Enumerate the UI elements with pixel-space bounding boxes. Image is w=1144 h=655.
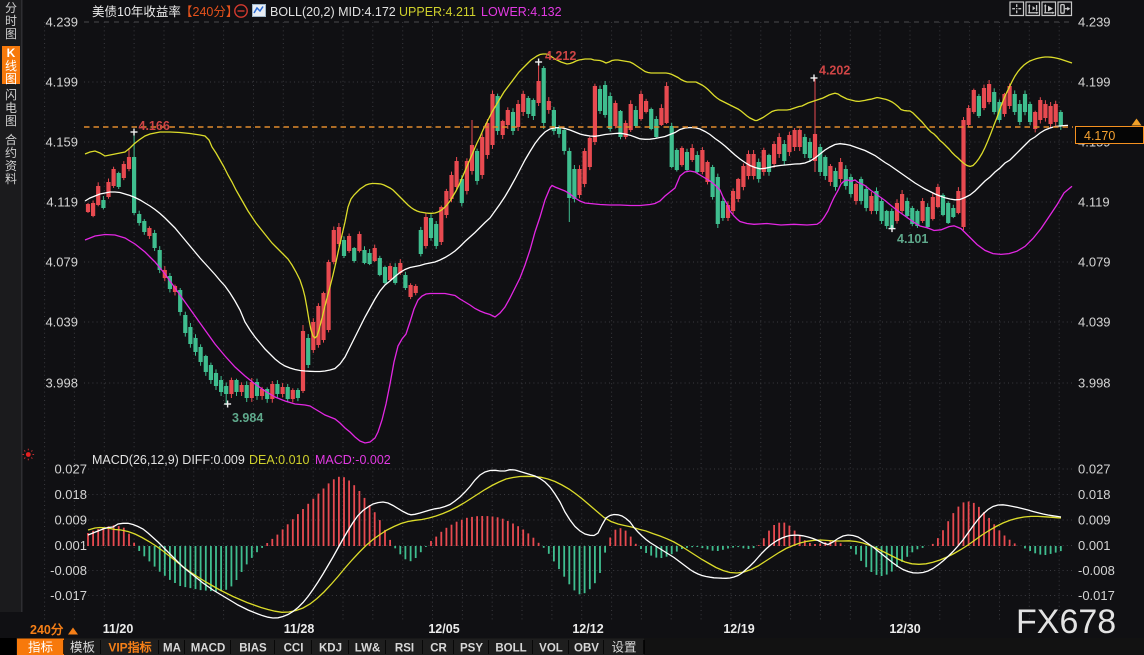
svg-text:-0.017: -0.017: [1078, 588, 1115, 603]
svg-text:4.170: 4.170: [1084, 129, 1115, 143]
svg-text:4.101: 4.101: [897, 232, 928, 246]
svg-text:BOLL(20,2) MID:4.172: BOLL(20,2) MID:4.172: [270, 5, 396, 19]
svg-text:模板: 模板: [70, 641, 96, 655]
svg-text:4.202: 4.202: [819, 64, 850, 78]
svg-text:3.998: 3.998: [1078, 376, 1111, 391]
svg-text:MACD: MACD: [191, 643, 226, 655]
svg-text:4.199: 4.199: [45, 75, 78, 90]
svg-text:RSI: RSI: [395, 643, 414, 655]
svg-text:PSY: PSY: [460, 643, 483, 655]
svg-text:设置: 设置: [611, 640, 636, 655]
svg-text:OBV: OBV: [574, 643, 599, 655]
svg-text:4.159: 4.159: [45, 135, 78, 150]
svg-text:图: 图: [5, 72, 17, 86]
svg-text:0.027: 0.027: [54, 462, 87, 477]
svg-text:BOLL: BOLL: [495, 643, 526, 655]
svg-text:4.239: 4.239: [45, 15, 78, 30]
svg-text:线: 线: [5, 59, 17, 73]
svg-text:0.018: 0.018: [1078, 487, 1111, 502]
svg-text:资: 资: [5, 159, 17, 173]
svg-text:VOL: VOL: [539, 643, 563, 655]
svg-text:12/30: 12/30: [889, 622, 920, 636]
svg-text:4.119: 4.119: [46, 195, 78, 210]
svg-text:LOWER:4.132: LOWER:4.132: [481, 5, 562, 19]
svg-text:-0.008: -0.008: [50, 563, 87, 578]
svg-text:4.039: 4.039: [45, 315, 78, 330]
svg-text:图: 图: [5, 114, 17, 128]
svg-text:电: 电: [5, 101, 17, 115]
svg-text:0.027: 0.027: [1078, 462, 1111, 477]
svg-text:UPPER:4.211: UPPER:4.211: [399, 5, 476, 19]
svg-text:LW&: LW&: [355, 643, 381, 655]
svg-text:0.009: 0.009: [1078, 513, 1111, 528]
svg-text:约: 约: [5, 145, 17, 160]
svg-text:时: 时: [5, 14, 17, 28]
svg-text:美债10年收益率: 美债10年收益率: [92, 4, 181, 19]
svg-text:4.239: 4.239: [1078, 15, 1111, 30]
svg-text:0.001: 0.001: [54, 538, 87, 553]
svg-text:0.001: 0.001: [1078, 538, 1111, 553]
svg-text:-0.017: -0.017: [50, 588, 87, 603]
svg-text:-0.008: -0.008: [1078, 563, 1115, 578]
svg-text:0.018: 0.018: [54, 487, 87, 502]
svg-text:合: 合: [5, 132, 17, 147]
svg-text:11/28: 11/28: [284, 622, 315, 636]
svg-text:K: K: [7, 46, 16, 60]
svg-text:4.212: 4.212: [545, 49, 576, 63]
svg-text:MA: MA: [163, 643, 181, 655]
svg-text:CR: CR: [430, 643, 447, 655]
svg-text:3.998: 3.998: [45, 376, 78, 391]
svg-text:图: 图: [5, 27, 17, 41]
svg-text:指标: 指标: [28, 640, 53, 655]
svg-text:VIP指标: VIP指标: [108, 640, 151, 655]
svg-text:12/05: 12/05: [428, 622, 459, 636]
svg-text:FX678: FX678: [1016, 603, 1116, 641]
svg-text:12/12: 12/12: [572, 622, 603, 636]
svg-text:CCI: CCI: [284, 643, 304, 655]
svg-text:MACD:-0.002: MACD:-0.002: [315, 453, 391, 467]
svg-text:料: 料: [5, 172, 17, 186]
svg-text:【240分】: 【240分】: [180, 5, 238, 19]
svg-text:3.984: 3.984: [232, 411, 263, 425]
svg-text:0.009: 0.009: [54, 513, 87, 528]
svg-text:闪: 闪: [5, 88, 17, 102]
svg-text:4.119: 4.119: [1078, 195, 1110, 210]
svg-text:KDJ: KDJ: [319, 643, 342, 655]
svg-text:DEA:0.010: DEA:0.010: [249, 453, 310, 467]
svg-text:4.199: 4.199: [1078, 75, 1111, 90]
svg-text:BIAS: BIAS: [239, 643, 267, 655]
svg-text:4.079: 4.079: [1078, 255, 1111, 270]
svg-text:4.039: 4.039: [1078, 315, 1111, 330]
svg-text:240分: 240分: [30, 622, 64, 637]
svg-text:MACD(26,12,9) DIFF:0.009: MACD(26,12,9) DIFF:0.009: [92, 453, 245, 467]
svg-text:分: 分: [5, 1, 17, 15]
svg-text:4.079: 4.079: [45, 255, 78, 270]
svg-text:4.166: 4.166: [139, 119, 170, 133]
svg-text:11/20: 11/20: [103, 622, 134, 636]
svg-text:12/19: 12/19: [723, 622, 754, 636]
